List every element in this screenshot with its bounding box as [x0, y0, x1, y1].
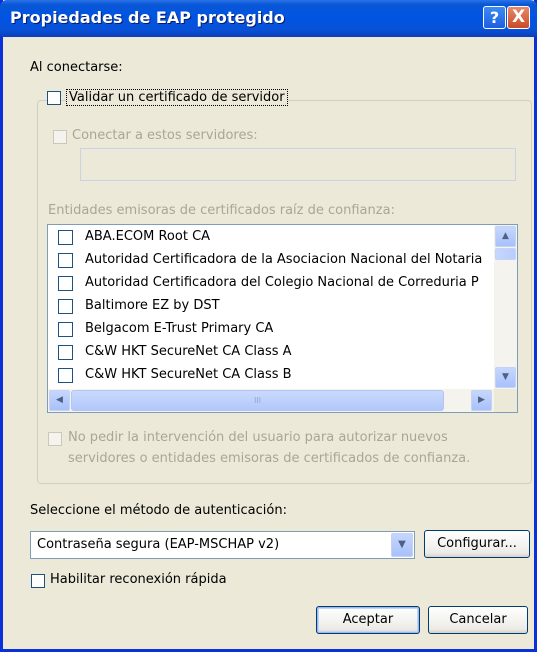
scroll-up-icon[interactable]: ▲ [495, 226, 516, 247]
list-item[interactable]: C&W HKT SecureNet CA Class B [48, 363, 493, 386]
on-connect-label: Al conectarse: [30, 60, 123, 75]
validate-certificate-checkbox[interactable] [47, 91, 61, 105]
scroll-left-icon[interactable]: ◀ [49, 390, 70, 411]
list-item-checkbox[interactable] [58, 345, 73, 360]
list-item-label: Baltimore EZ by DST [85, 298, 220, 313]
horizontal-scrollbar[interactable]: ◀ III ▶ [48, 389, 517, 412]
list-item-label: Autoridad Certificadora de la Asociacion… [85, 252, 483, 267]
connect-servers-label[interactable]: Conectar a estos servidores: [72, 128, 258, 143]
list-item-label: C&W HKT SecureNet CA Class B [85, 367, 292, 382]
list-item[interactable]: Autoridad Certificadora del Colegio Naci… [48, 271, 493, 294]
configure-button[interactable]: Configurar... [424, 530, 530, 558]
fast-reconnect-checkbox[interactable] [31, 574, 45, 588]
validate-certificate-label[interactable]: Validar un certificado de servidor [66, 89, 288, 106]
connect-servers-checkbox[interactable] [53, 130, 67, 144]
close-button[interactable]: X [507, 6, 530, 29]
list-item[interactable]: C&W HKT SecureNet CA Class A [48, 340, 493, 363]
title-bar[interactable]: Propiedades de EAP protegido ? X [0, 0, 537, 37]
help-button[interactable]: ? [483, 6, 506, 29]
auth-method-select[interactable]: Contraseña segura (EAP-MSCHAP v2) ▼ [30, 531, 415, 559]
auth-method-label: Seleccione el método de autenticación: [30, 503, 287, 518]
scroll-down-icon[interactable]: ▼ [495, 367, 516, 388]
no-prompt-checkbox[interactable] [48, 432, 62, 446]
list-item[interactable]: Baltimore EZ by DST [48, 294, 493, 317]
list-item-checkbox[interactable] [58, 368, 73, 383]
list-item[interactable]: Belgacom E-Trust Primary CA [48, 317, 493, 340]
vertical-scroll-thumb[interactable] [495, 248, 516, 260]
fast-reconnect-label[interactable]: Habilitar reconexión rápida [50, 572, 227, 587]
list-item-label: Belgacom E-Trust Primary CA [85, 321, 274, 336]
list-item-checkbox[interactable] [58, 276, 73, 291]
trusted-ca-list[interactable]: ABA.ECOM Root CA Autoridad Certificadora… [47, 224, 518, 413]
servers-input[interactable] [80, 148, 516, 181]
scroll-right-icon[interactable]: ▶ [471, 390, 492, 411]
cancel-button[interactable]: Cancelar [428, 606, 528, 634]
list-item-checkbox[interactable] [58, 230, 73, 245]
auth-method-value: Contraseña segura (EAP-MSCHAP v2) [37, 537, 280, 552]
list-item[interactable]: ABA.ECOM Root CA [48, 225, 493, 248]
list-item-label: ABA.ECOM Root CA [85, 229, 211, 244]
peap-properties-dialog: Propiedades de EAP protegido ? X Al cone… [0, 0, 537, 652]
list-item-label: Autoridad Certificadora del Colegio Naci… [85, 275, 479, 290]
list-item-checkbox[interactable] [58, 322, 73, 337]
horizontal-scroll-thumb[interactable]: III [71, 390, 444, 411]
no-prompt-label-line1[interactable]: No pedir la intervención del usuario par… [68, 430, 448, 445]
ok-button[interactable]: Aceptar [316, 606, 420, 634]
chevron-down-icon[interactable]: ▼ [391, 533, 413, 557]
scrollbar-corner [494, 389, 517, 412]
trusted-ca-label: Entidades emisoras de certificados raíz … [48, 203, 395, 218]
no-prompt-label-line2[interactable]: servidores o entidades emisoras de certi… [68, 451, 470, 466]
list-item-label: C&W HKT SecureNet CA Class A [85, 344, 292, 359]
list-item-checkbox[interactable] [58, 253, 73, 268]
list-item[interactable]: Autoridad Certificadora de la Asociacion… [48, 248, 493, 271]
list-item-checkbox[interactable] [58, 299, 73, 314]
window-title: Propiedades de EAP protegido [10, 8, 285, 27]
vertical-scrollbar[interactable]: ▲ ▼ [494, 225, 517, 389]
